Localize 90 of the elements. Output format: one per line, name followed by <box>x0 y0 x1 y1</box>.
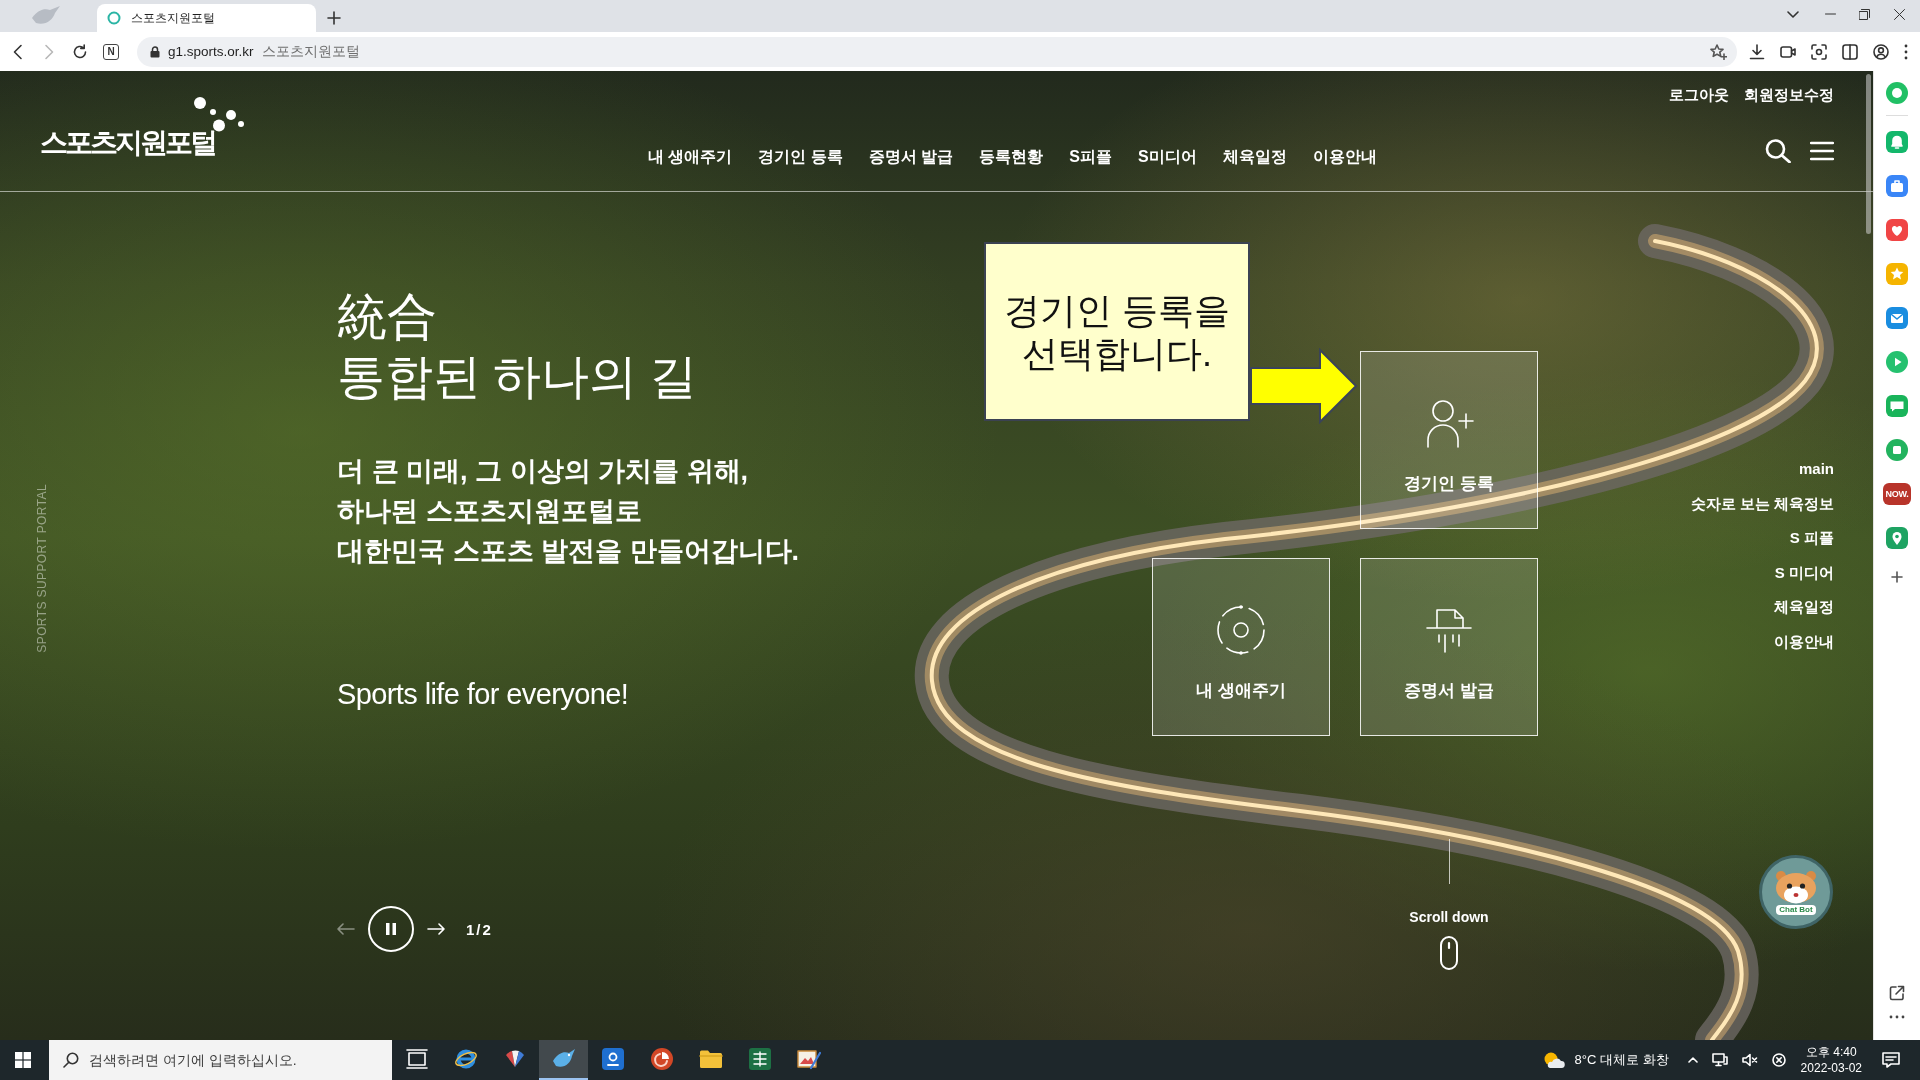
orbit-ring-icon <box>453 1047 478 1071</box>
side-menu-link[interactable]: main <box>1799 452 1834 487</box>
nav-link[interactable]: 체육일정 <box>1222 146 1287 168</box>
url-text: g1.sports.or.kr <box>168 44 254 59</box>
header-link[interactable]: 로그아웃 <box>1669 84 1729 106</box>
menu-icon[interactable] <box>1810 141 1834 161</box>
next-arrow-icon[interactable] <box>427 923 445 935</box>
nav-link[interactable]: S피플 <box>1069 146 1113 168</box>
chevron-up-icon[interactable] <box>1687 1057 1698 1063</box>
lock-icon <box>150 45 160 58</box>
clock-time[interactable]: 오후 4:40 <box>1805 1044 1857 1060</box>
map-pin-icon[interactable] <box>1886 527 1908 549</box>
site-logo[interactable]: 스포츠지원포털 <box>40 95 245 162</box>
bell-icon[interactable] <box>1886 131 1908 153</box>
screenshot-icon[interactable] <box>1811 43 1827 60</box>
windows-icon[interactable] <box>15 1052 31 1068</box>
page-title-text: 스포츠지원포털 <box>261 42 360 61</box>
header-link[interactable]: 회원정보수정 <box>1744 84 1834 106</box>
weather-button[interactable]: 8°C 대체로 화창 <box>1536 1051 1675 1069</box>
side-menu-link[interactable]: 숫자로 보는 체육정보 <box>1690 486 1834 522</box>
bird-icon <box>551 1048 576 1070</box>
plus-icon[interactable] <box>327 11 341 25</box>
nav-link[interactable]: 내 생애주기 <box>648 146 733 168</box>
side-menu-link[interactable]: 체육일정 <box>1774 590 1834 625</box>
download-icon[interactable] <box>1749 43 1765 60</box>
chatbot-button[interactable]: Chat Bot <box>1759 854 1833 929</box>
mouse-icon <box>1440 936 1458 970</box>
now-app-button[interactable]: NOW. <box>1883 483 1911 505</box>
nav-link[interactable]: 이용안내 <box>1312 146 1377 168</box>
close-icon[interactable] <box>1894 8 1905 20</box>
restore-icon[interactable] <box>1859 8 1870 20</box>
dots-icon <box>193 95 245 132</box>
quick-menu-tile[interactable]: 증명서 발급 <box>1360 558 1538 736</box>
picture-icon <box>796 1048 821 1070</box>
more-dots-icon[interactable] <box>1889 1015 1905 1019</box>
callout-note: 경기인 등록을 선택합니다. <box>984 242 1250 421</box>
chevron-down-icon[interactable] <box>1787 10 1799 18</box>
mascot-face-icon <box>1773 868 1819 905</box>
app-tile-icon <box>601 1048 624 1070</box>
side-menu-link[interactable]: S 미디어 <box>1774 555 1834 591</box>
hero-description: 더 큰 미래, 그 이상의 가치를 위해, 하나된 스포츠지원포털로 대한민국 스포츠 발전을 만들어갑니다. <box>337 455 800 568</box>
pie-chart-icon <box>650 1048 673 1070</box>
scrollbar-thumb[interactable] <box>1866 74 1871 234</box>
nav-link[interactable]: S미디어 <box>1138 146 1197 168</box>
quick-menu-tile[interactable]: 경기인 등록 <box>1360 351 1538 529</box>
hero-title: 통합된 하나의 길 <box>337 349 698 405</box>
ring-icon <box>107 11 121 25</box>
side-menu-link[interactable]: 이용안내 <box>1774 624 1834 660</box>
nav-link[interactable]: 증명서 발급 <box>868 146 954 168</box>
quick-menu-tile[interactable]: 내 생애주기 <box>1152 558 1330 736</box>
reload-icon[interactable] <box>72 43 88 60</box>
target-ring-icon <box>1215 604 1267 656</box>
chat-bubble-icon[interactable] <box>1886 395 1908 417</box>
n-button[interactable]: N <box>103 43 119 60</box>
more-icon[interactable] <box>1904 43 1908 60</box>
x-circle-icon[interactable] <box>1771 1053 1786 1067</box>
leaf-icon <box>31 5 61 27</box>
star-plus-icon[interactable] <box>1710 43 1727 60</box>
search-icon <box>63 1052 79 1068</box>
square-ring-icon[interactable] <box>1886 439 1908 461</box>
folder-icon <box>698 1049 723 1069</box>
nav-link[interactable]: 등록현황 <box>979 146 1044 168</box>
speaker-muted-icon[interactable] <box>1741 1053 1758 1067</box>
search-icon[interactable] <box>1765 139 1791 163</box>
video-icon[interactable] <box>1780 43 1796 60</box>
slide-counter: 1/2 <box>466 920 493 938</box>
task-view-icon <box>405 1049 428 1069</box>
vertical-caption: SPORTS SUPPORT PORTAL <box>35 484 49 653</box>
briefcase-icon[interactable] <box>1886 175 1908 197</box>
monitor-icon[interactable] <box>1711 1053 1728 1067</box>
external-link-icon[interactable] <box>1889 985 1905 1001</box>
pause-icon <box>386 923 396 935</box>
clock-date[interactable]: 2022-03-02 <box>1800 1060 1862 1076</box>
profile-icon[interactable] <box>1873 43 1889 60</box>
side-menu-link[interactable]: S 피플 <box>1789 521 1834 556</box>
browser-tab[interactable]: 스포츠지원포털 <box>97 4 316 32</box>
hero-slogan: Sports life for everyone! <box>337 677 630 712</box>
envelope-icon[interactable] <box>1886 307 1908 329</box>
nav-link[interactable]: 경기인 등록 <box>758 146 843 168</box>
hero-hanja-title: 統合 <box>337 288 438 347</box>
sun-cloud-icon <box>1542 1051 1565 1069</box>
pause-button[interactable] <box>368 906 414 952</box>
split-screen-icon[interactable] <box>1842 43 1858 60</box>
spreadsheet-icon <box>748 1048 771 1070</box>
scroll-line <box>1448 839 1450 884</box>
add-icon[interactable] <box>1891 571 1903 583</box>
search-field[interactable]: 검색하려면 여기에 입력하십시오. <box>49 1040 392 1080</box>
notification-icon[interactable] <box>1882 1052 1900 1068</box>
address-bar[interactable]: g1.sports.or.kr 스포츠지원포털 <box>137 36 1737 67</box>
scroll-hint: Scroll down <box>1409 908 1489 926</box>
